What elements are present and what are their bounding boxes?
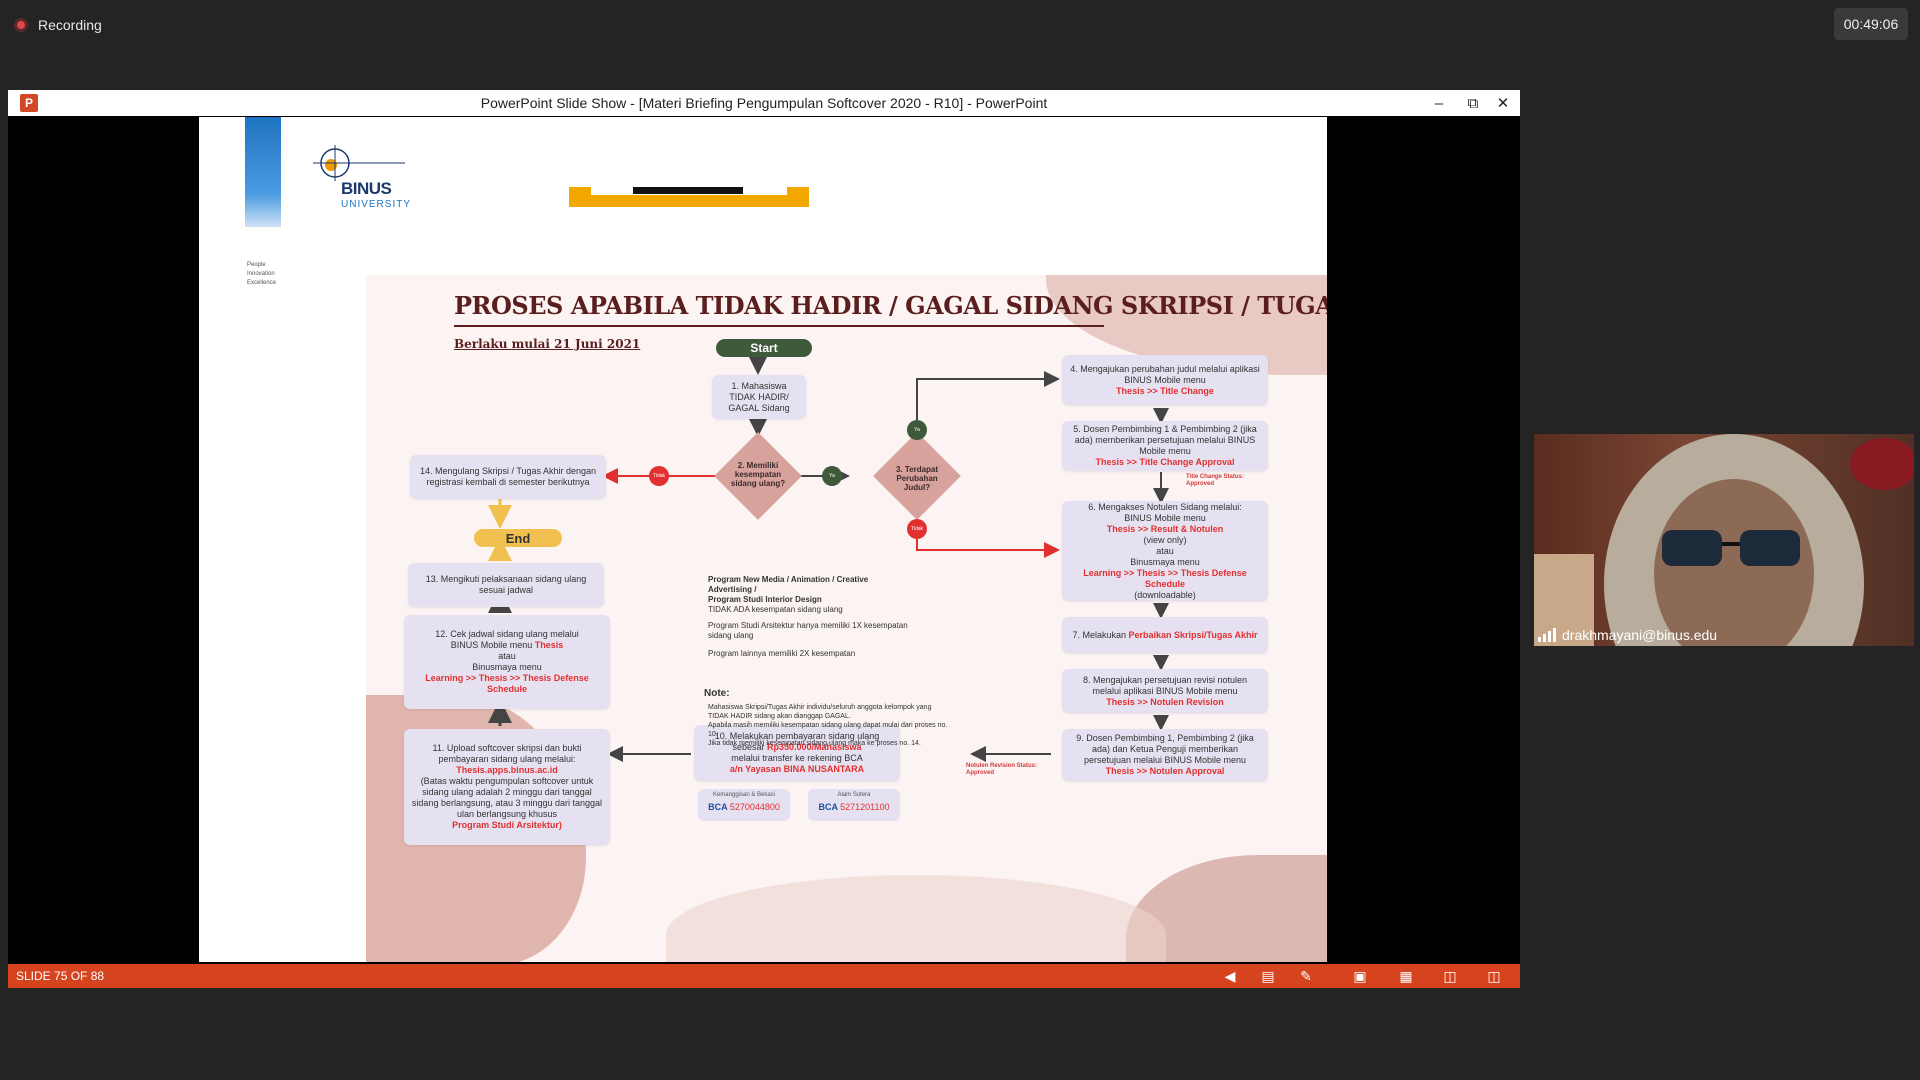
tagline: People Innovation Excellence (247, 262, 277, 286)
step-4: 4. Mengajukan perubahan judul melalui ap… (1062, 355, 1268, 405)
step-7: 7. Melakukan Perbaikan Skripsi/Tugas Akh… (1062, 617, 1268, 653)
recording-indicator: Recording (14, 14, 102, 36)
start-terminal: Start (716, 339, 812, 357)
participant-name: drakhmayani@binus.edu (1538, 627, 1717, 643)
note-body: Mahasiswa Skripsi/Tugas Akhir individu/s… (708, 704, 948, 747)
flowchart: PROSES APABILA TIDAK HADIR / GAGAL SIDAN… (366, 275, 1327, 962)
step-5: 5. Dosen Pembimbing 1 & Pembimbing 2 (ji… (1062, 421, 1268, 471)
step-8: 8. Mengajukan persetujuan revisi notulen… (1062, 669, 1268, 713)
participant-avatar (1534, 434, 1914, 646)
restore-icon[interactable]: ⧉ (1456, 90, 1490, 116)
previous-icon[interactable]: ◀ (1220, 967, 1240, 985)
logo-text: BINUS (341, 179, 392, 198)
window-titlebar[interactable]: PowerPoint Slide Show - [Materi Briefing… (8, 90, 1520, 116)
status-bar: SLIDE 75 OF 88 ◀ ▤ ✎ ▣ ▦ ◫ ◫ (8, 964, 1520, 988)
bca-account-1: Kemanggisan & Bekasi BCA 5270044800 (698, 789, 790, 821)
close-icon[interactable]: ✕ (1486, 90, 1520, 116)
record-icon (14, 18, 28, 32)
decision-3-label: 3. Terdapat Perubahan Judul? (895, 465, 939, 492)
powerpoint-icon[interactable]: P (20, 94, 38, 112)
yes-marker: Ya (822, 466, 842, 486)
signal-icon (1538, 628, 1556, 642)
normal-view-icon[interactable]: ▣ (1350, 967, 1370, 985)
notes-icon[interactable]: ▤ (1258, 967, 1278, 985)
note-label: Note: (704, 688, 730, 699)
end-terminal: End (474, 529, 562, 547)
decision-2-label: 2. Memiliki kesempatan sidang ulang? (730, 461, 786, 488)
slideshow-icon[interactable]: ◫ (1484, 967, 1504, 985)
no-marker: Tidak (649, 466, 669, 486)
step-12: 12. Cek jadwal sidang ulang melalui BINU… (404, 615, 610, 709)
pointer-pen-icon[interactable]: ✎ (1296, 967, 1316, 985)
step-13: 13. Mengikuti pelaksanaan sidang ulang s… (408, 563, 604, 607)
blue-strip (245, 117, 281, 227)
slide-counter: SLIDE 75 OF 88 (16, 969, 105, 983)
title-change-status: Title Change Status: Approved (1186, 474, 1244, 487)
window-title: PowerPoint Slide Show - [Materi Briefing… (480, 95, 1048, 111)
powerpoint-window: PowerPoint Slide Show - [Materi Briefing… (8, 90, 1520, 988)
minimize-icon[interactable]: – (1422, 90, 1456, 116)
slide-canvas[interactable]: BINUS UNIVERSITY People Innovation Excel… (199, 117, 1327, 962)
program-note-1: Program New Media / Animation / Creative… (708, 575, 869, 614)
step-11: 11. Upload softcover skripsi dan bukti p… (404, 729, 610, 845)
bca-account-2: Alam Sutera BCA 5271201100 (808, 789, 900, 821)
step-14: 14. Mengulang Skripsi / Tugas Akhir deng… (410, 455, 606, 499)
step-9: 9. Dosen Pembimbing 1, Pembimbing 2 (jik… (1062, 729, 1268, 781)
yes-marker: Ya (907, 420, 927, 440)
program-note-2: Program Studi Arsitektur hanya memiliki … (708, 621, 908, 640)
logo-subtext: UNIVERSITY (341, 199, 412, 210)
step-6: 6. Mengakses Notulen Sidang melalui: BIN… (1062, 501, 1268, 601)
program-note-3: Program lainnya memiliki 2X kesempatan (708, 649, 856, 658)
notulen-status: Notulen Revision Status: Approved (966, 763, 1038, 776)
meeting-timer: 00:49:06 (1834, 8, 1908, 40)
no-marker: Tidak (907, 519, 927, 539)
slide-sorter-icon[interactable]: ▦ (1396, 967, 1416, 985)
recording-label: Recording (38, 17, 102, 33)
step-1: 1. Mahasiswa TIDAK HADIR/ GAGAL Sidang (712, 375, 806, 419)
orange-header-bar (569, 187, 809, 207)
reading-view-icon[interactable]: ◫ (1440, 967, 1460, 985)
webcam-video[interactable] (1534, 434, 1914, 646)
